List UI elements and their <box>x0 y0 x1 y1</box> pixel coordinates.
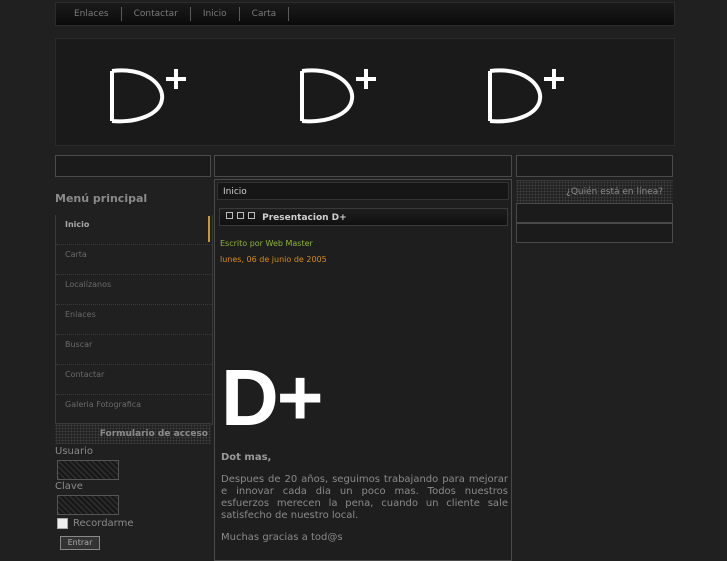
nav-contactar[interactable]: Contactar <box>122 7 191 21</box>
menu-item-carta[interactable]: Carta <box>56 245 212 275</box>
remember-checkbox[interactable] <box>57 518 68 529</box>
main-column: Inicio Presentacion D+ Escrito por Web M… <box>214 155 512 561</box>
menu-item-inicio[interactable]: Inicio <box>56 215 212 245</box>
article-author: Escrito por Web Master <box>220 239 313 248</box>
menu-item-localizanos[interactable]: Localízanos <box>56 275 212 305</box>
who-online-title: ¿Quién está en línea? <box>516 180 673 203</box>
menu-item-contactar[interactable]: Contactar <box>56 365 212 395</box>
right-column: ¿Quién está en línea? <box>516 155 673 255</box>
dplus-logo-2 <box>300 68 376 124</box>
menu-item-galeria[interactable]: Galeria Fotografica <box>56 395 212 425</box>
breadcrumb[interactable]: Inicio <box>217 182 509 200</box>
remember-row: Recordarme <box>57 518 134 529</box>
left-top-bar <box>55 155 211 177</box>
password-label: Clave <box>55 481 83 492</box>
login-title-text: Formulario de acceso <box>99 429 208 439</box>
article-thanks: Muchas gracias a tod@s <box>221 532 343 543</box>
remember-label: Recordarme <box>73 518 134 529</box>
article-body: Despues de 20 años, seguimos trabajando … <box>221 474 508 521</box>
article-title-bar: Presentacion D+ <box>219 208 508 226</box>
who-online-body <box>516 203 673 223</box>
dplus-logo-1 <box>110 68 186 124</box>
content-area: Inicio Presentacion D+ Escrito por Web M… <box>214 179 512 561</box>
nav-carta[interactable]: Carta <box>240 7 290 21</box>
article-date: lunes, 06 de junio de 2005 <box>220 255 327 264</box>
nav-enlaces[interactable]: Enlaces <box>62 7 122 21</box>
article-logo-image: D+ <box>221 353 323 442</box>
right-top-bar <box>516 155 673 177</box>
login-form-title: Formulario de acceso <box>55 423 211 444</box>
nav-inicio[interactable]: Inicio <box>191 7 240 21</box>
menu-item-buscar[interactable]: Buscar <box>56 335 212 365</box>
who-online-text: ¿Quién está en línea? <box>566 187 663 197</box>
site-header <box>55 38 675 146</box>
password-input[interactable] <box>57 495 119 515</box>
bullet-icon <box>237 212 244 219</box>
article-title: Presentacion D+ <box>262 213 347 223</box>
username-label: Usuario <box>55 446 94 457</box>
bullet-icon <box>248 212 255 219</box>
top-nav: Enlaces Contactar Inicio Carta <box>55 2 675 26</box>
article-lead: Dot mas, <box>221 452 272 463</box>
bullet-icon <box>226 212 233 219</box>
main-top-bar <box>214 155 512 177</box>
dplus-logo-3 <box>488 68 564 124</box>
menu-title: Menú principal <box>55 192 148 205</box>
who-online-footer <box>516 223 673 243</box>
username-input[interactable] <box>57 460 119 480</box>
menu-item-enlaces[interactable]: Enlaces <box>56 305 212 335</box>
login-submit-button[interactable]: Entrar <box>60 536 100 550</box>
main-menu: Inicio Carta Localízanos Enlaces Buscar … <box>55 215 213 425</box>
left-column: Menú principal Inicio Carta Localízanos … <box>55 155 213 550</box>
